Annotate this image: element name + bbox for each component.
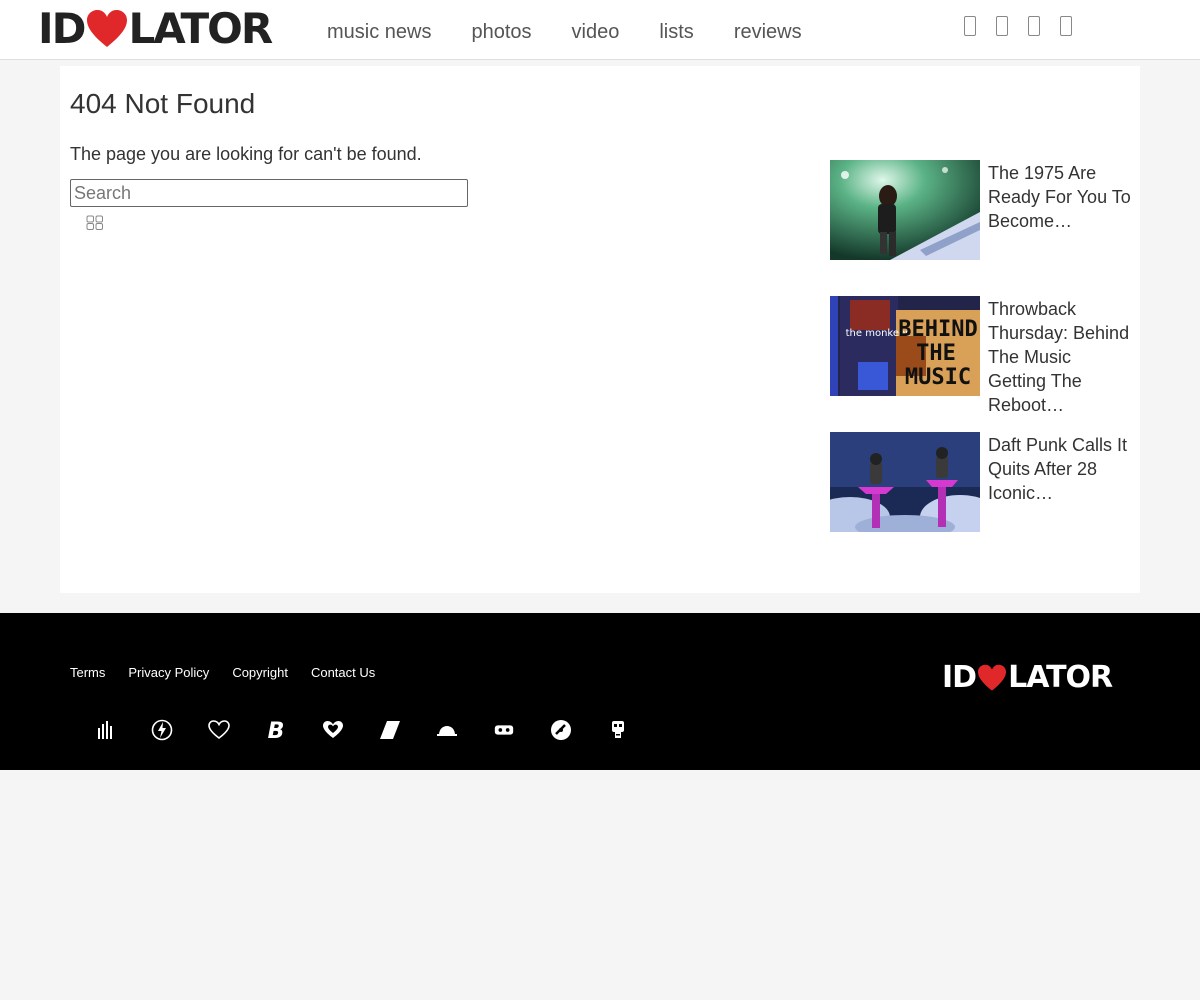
- article-thumbnail: the monkees BEHIND THE MUSIC: [830, 296, 980, 396]
- nav-lists[interactable]: lists: [659, 18, 693, 46]
- hat-icon[interactable]: [436, 719, 458, 741]
- site-logo[interactable]: ID LATOR: [38, 4, 274, 53]
- thumb-big-text-2: THE: [916, 341, 956, 366]
- slash-icon[interactable]: [379, 719, 401, 741]
- page-title: 404 Not Found: [70, 88, 256, 119]
- related-article[interactable]: the monkees BEHIND THE MUSIC Throwback T…: [830, 296, 1135, 415]
- record-icon[interactable]: [550, 719, 572, 741]
- heart-logo-icon: [978, 664, 1007, 691]
- bolt-icon[interactable]: [151, 719, 173, 741]
- twitter-icon[interactable]: [996, 16, 1008, 36]
- footer-logo-text-right: LATOR: [1008, 660, 1113, 695]
- article-thumbnail: [830, 160, 980, 260]
- site-header: ID LATOR music news photos video lists r…: [0, 0, 1200, 60]
- facebook-icon[interactable]: [964, 16, 976, 36]
- nav-music-news[interactable]: music news: [327, 18, 431, 46]
- double-heart-icon[interactable]: [322, 719, 344, 741]
- footer-link-contact[interactable]: Contact Us: [311, 664, 375, 682]
- search-button[interactable]: [84, 214, 106, 234]
- related-articles: The 1975 Are Ready For You To Become… th…: [830, 160, 1135, 568]
- robot-icon[interactable]: [607, 719, 629, 741]
- footer-link-copyright[interactable]: Copyright: [232, 664, 288, 682]
- social-links: [964, 16, 1092, 36]
- related-article-title: The 1975 Are Ready For You To Become…: [988, 163, 1131, 231]
- footer-logo[interactable]: ID LATOR: [942, 660, 1113, 695]
- youtube-icon[interactable]: [1060, 16, 1072, 36]
- thumb-big-text-3: MUSIC: [905, 365, 971, 390]
- instagram-icon[interactable]: [1028, 16, 1040, 36]
- footer-links: Terms Privacy Policy Copyright Contact U…: [70, 664, 398, 682]
- nav-video[interactable]: video: [572, 18, 620, 46]
- related-article-title: Throwback Thursday: Behind The Music Get…: [988, 299, 1130, 415]
- related-article-title: Daft Punk Calls It Quits After 28 Iconic…: [988, 435, 1128, 503]
- not-found-message: The page you are looking for can't be fo…: [70, 144, 422, 164]
- search-input[interactable]: [70, 179, 468, 207]
- logo-text-left: ID: [38, 4, 86, 53]
- related-article[interactable]: The 1975 Are Ready For You To Become…: [830, 160, 1135, 260]
- main-content: 404 Not Found The page you are looking f…: [60, 66, 1140, 593]
- article-thumbnail: [830, 432, 980, 532]
- main-nav: music news photos video lists reviews: [327, 18, 842, 46]
- footer-link-privacy[interactable]: Privacy Policy: [128, 664, 209, 682]
- heart-outline-icon[interactable]: [208, 719, 230, 741]
- bot-icon[interactable]: [493, 719, 515, 741]
- related-article[interactable]: Daft Punk Calls It Quits After 28 Iconic…: [830, 432, 1135, 532]
- thumb-big-text-1: BEHIND: [898, 317, 977, 342]
- nav-reviews[interactable]: reviews: [734, 18, 802, 46]
- heart-logo-icon: [86, 10, 127, 47]
- site-footer: Terms Privacy Policy Copyright Contact U…: [0, 613, 1200, 770]
- b-letter-icon[interactable]: B: [265, 719, 287, 741]
- search-icon: [86, 215, 103, 230]
- svg-text:B: B: [268, 719, 285, 741]
- network-sites: B: [94, 719, 664, 741]
- logo-text-right: LATOR: [128, 4, 274, 53]
- footer-logo-text-left: ID: [942, 660, 977, 695]
- footer-link-terms[interactable]: Terms: [70, 664, 105, 682]
- nav-photos[interactable]: photos: [471, 18, 531, 46]
- bars-icon[interactable]: [94, 719, 116, 741]
